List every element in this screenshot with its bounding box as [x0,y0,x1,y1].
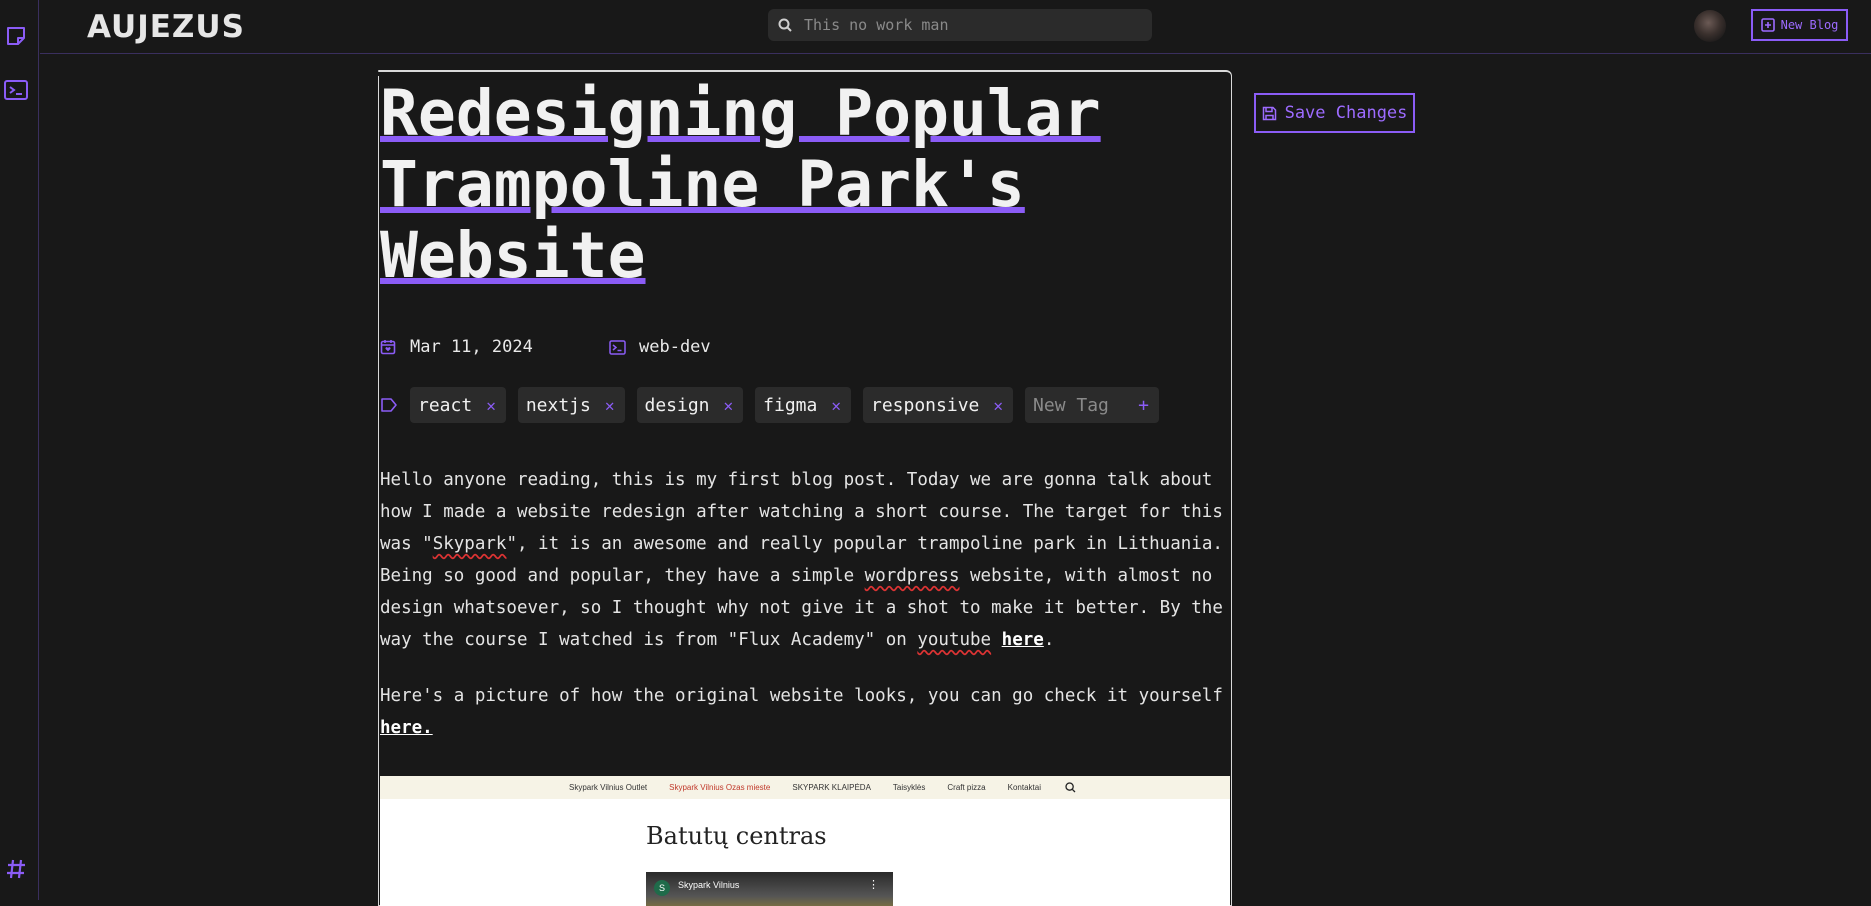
tag-chip: design ✕ [636,387,744,423]
remove-tag-icon[interactable]: ✕ [831,396,841,415]
image-heading: Batutų centras [646,822,827,850]
tag-chip: nextjs ✕ [517,387,625,423]
embedded-website-image: Skypark Vilnius Outlet Skypark Vilnius O… [380,776,1230,906]
post-title[interactable]: Redesigning Popular Trampoline Park's We… [380,78,1200,291]
search-box [768,9,1152,41]
new-tag-input[interactable]: New Tag + [1025,387,1160,423]
image-video-thumbnail: S Skypark Vilnius ⋮ [646,872,893,906]
misspelled-word: youtube [917,630,992,650]
image-channel-name: Skypark Vilnius [678,880,740,890]
top-bar: AUJEZUS New Blog [40,0,1871,54]
post-category[interactable]: web-dev [609,337,711,357]
paragraph: Hello anyone reading, this is my first b… [380,464,1225,656]
notes-icon[interactable] [3,23,29,49]
image-search-icon [1065,782,1076,795]
tag-chip: responsive ✕ [863,387,1014,423]
image-channel-avatar: S [654,880,670,896]
tag-label: responsive [871,394,980,416]
image-nav: Skypark Vilnius Outlet Skypark Vilnius O… [380,776,1230,799]
misspelled-word: Skypark [432,534,507,554]
date-text: Mar 11, 2024 [410,337,533,357]
new-tag-placeholder: New Tag [1033,394,1109,416]
plus-square-icon [1760,18,1775,32]
image-nav-item: Kontaktai [1007,783,1041,792]
tag-list: react ✕ nextjs ✕ design ✕ figma ✕ responsive… [380,387,1171,423]
sidebar [0,0,39,900]
kebab-menu-icon: ⋮ [868,879,879,891]
terminal-icon[interactable] [3,77,29,103]
tag-label: figma [763,394,818,416]
save-changes-button[interactable]: Save Changes [1254,93,1415,133]
terminal-small-icon [609,339,635,355]
editor-border-top [378,70,1134,72]
image-nav-item: Craft pizza [947,783,986,792]
save-icon [1262,106,1276,120]
image-nav-item: Taisyklės [892,783,926,792]
image-nav-item: Skypark Vilnius Ozas mieste [669,783,771,792]
tag-icon [380,398,410,412]
calendar-icon [380,339,406,355]
tag-label: nextjs [525,394,591,416]
remove-tag-icon[interactable]: ✕ [605,396,615,415]
text [991,630,1002,650]
tag-label: react [418,394,473,416]
add-tag-icon[interactable]: + [1138,395,1149,416]
remove-tag-icon[interactable]: ✕ [486,396,496,415]
paragraph: Here's a picture of how the original web… [380,680,1225,744]
image-nav-item: SKYPARK KLAIPĖDA [792,783,871,792]
post-body[interactable]: Hello anyone reading, this is my first b… [380,464,1225,768]
post-date[interactable]: Mar 11, 2024 [380,337,533,357]
remove-tag-icon[interactable]: ✕ [724,396,734,415]
course-link[interactable]: here [1002,630,1044,650]
brand-logo[interactable]: AUJEZUS [87,9,245,45]
remove-tag-icon[interactable]: ✕ [993,396,1003,415]
misspelled-word: wordpress [864,566,960,586]
category-text: web-dev [639,337,711,357]
new-blog-label: New Blog [1780,18,1839,32]
save-label: Save Changes [1284,103,1408,123]
tag-chip: react ✕ [410,387,506,423]
tag-chip: figma ✕ [755,387,851,423]
text: . [1043,630,1055,650]
original-site-link[interactable]: here. [380,718,433,738]
text: Here's a picture of how the original web… [380,686,1223,706]
new-blog-button[interactable]: New Blog [1751,9,1848,41]
search-input[interactable] [804,16,1134,34]
image-nav-item: Skypark Vilnius Outlet [569,783,648,792]
avatar[interactable] [1694,10,1726,42]
search-icon [770,18,800,32]
tag-label: design [644,394,710,416]
hashtag-icon[interactable] [3,856,29,882]
